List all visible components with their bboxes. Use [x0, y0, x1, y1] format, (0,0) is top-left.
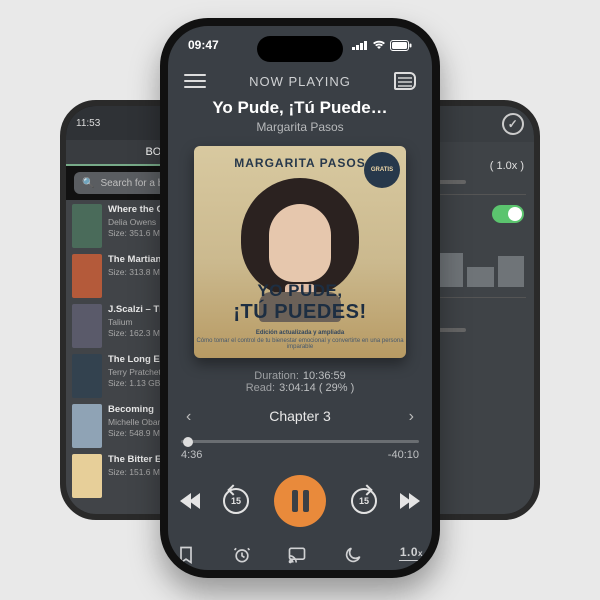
next-track-button[interactable]	[402, 493, 420, 509]
left-clock: 11:53	[76, 118, 100, 129]
confirm-icon[interactable]: ✓	[502, 113, 524, 135]
cast-icon	[287, 545, 307, 565]
night-mode-button[interactable]	[343, 545, 363, 565]
skip-forward-icon: 15	[351, 488, 377, 514]
book-cover-thumb	[72, 254, 102, 298]
track-author: Margarita Pasos	[168, 120, 432, 134]
cover-title-line2: ¡TÚ PUEDES!	[233, 301, 366, 323]
progress-bar[interactable]	[181, 440, 419, 443]
book-cover-thumb	[72, 354, 102, 398]
playback-speed-value: ( 1.0x )	[490, 160, 524, 172]
equalizer-toggle[interactable]	[492, 205, 524, 223]
skip-forward-button[interactable]: 15	[351, 488, 377, 514]
time-row: 4:36 -40:10	[181, 449, 419, 461]
center-phone-now-playing: 09:47 NOW PLAYING Yo Pude, ¡Tú Puede… Ma…	[160, 18, 440, 578]
playback-stats: Duration: 10:36:59 Read: 3:04:14 ( 29% )	[168, 370, 432, 394]
moon-icon	[343, 545, 363, 565]
clock: 09:47	[188, 38, 219, 52]
read-label: Read:	[246, 382, 275, 394]
sleep-timer-button[interactable]	[232, 545, 252, 565]
cover-title: YO PUDE, ¡TÚ PUEDES!	[194, 281, 406, 324]
cover-portrait	[241, 178, 359, 296]
prev-track-button[interactable]	[180, 493, 198, 509]
chapter-list-icon[interactable]	[394, 72, 416, 90]
battery-icon	[390, 40, 412, 51]
bookmark-icon	[176, 545, 196, 565]
book-cover-thumb	[72, 304, 102, 348]
speed-value: 1.0x	[399, 545, 424, 561]
track-title: Yo Pude, ¡Tú Puede…	[168, 98, 432, 118]
chapter-selector: ‹ Chapter 3 ›	[186, 408, 414, 426]
read-value: 3:04:14 ( 29% )	[279, 382, 354, 394]
duration-value: 10:36:59	[303, 370, 346, 382]
progress-thumb[interactable]	[183, 437, 193, 447]
time-elapsed: 4:36	[181, 449, 202, 461]
track-title-block: Yo Pude, ¡Tú Puede… Margarita Pasos	[168, 98, 432, 134]
cover-title-line1: YO PUDE,	[257, 281, 342, 300]
search-icon: 🔍	[82, 178, 94, 189]
now-playing-label: NOW PLAYING	[206, 74, 394, 89]
status-icons	[352, 38, 412, 52]
book-cover-thumb	[72, 204, 102, 248]
duration-label: Duration:	[254, 370, 299, 382]
cover-free-badge: GRATIS	[364, 152, 400, 188]
cover-tagline: Cómo tomar el control de tu bienestar em…	[194, 338, 406, 350]
transport-controls: 15 15	[180, 475, 420, 527]
bookmark-button[interactable]	[176, 545, 196, 565]
prev-chapter-chevron-icon[interactable]: ‹	[186, 408, 191, 426]
menu-icon[interactable]	[184, 74, 206, 88]
cast-button[interactable]	[287, 545, 307, 565]
cover-subtitle: Edición actualizada y ampliada	[194, 330, 406, 336]
signal-icon	[352, 40, 368, 50]
next-chapter-chevron-icon[interactable]: ›	[409, 408, 414, 426]
play-pause-button[interactable]	[274, 475, 326, 527]
dynamic-island	[257, 36, 343, 62]
tool-row: 1.0x	[176, 545, 424, 565]
wifi-icon	[372, 40, 386, 50]
skip-back-icon: 15	[223, 488, 249, 514]
cover-art[interactable]: MARGARITA PASOS GRATIS YO PUDE, ¡TÚ PUED…	[194, 146, 406, 358]
book-cover-thumb	[72, 454, 102, 498]
skip-back-button[interactable]: 15	[223, 488, 249, 514]
time-remaining: -40:10	[388, 449, 419, 461]
chapter-label[interactable]: Chapter 3	[269, 408, 330, 424]
alarm-icon	[232, 545, 252, 565]
cover-content: MARGARITA PASOS GRATIS YO PUDE, ¡TÚ PUED…	[194, 146, 406, 358]
playback-speed-button[interactable]: 1.0x	[399, 545, 424, 565]
book-cover-thumb	[72, 404, 102, 448]
